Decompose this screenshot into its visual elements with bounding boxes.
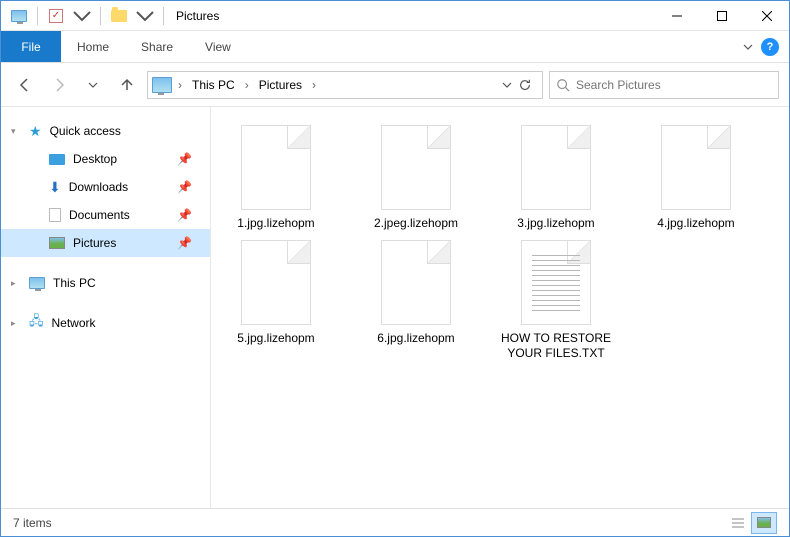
- ribbon: File Home Share View ?: [1, 31, 789, 63]
- separator: [37, 7, 38, 25]
- file-icon: [381, 240, 451, 325]
- tab-share[interactable]: Share: [125, 31, 189, 62]
- chevron-down-icon[interactable]: ▾: [11, 126, 16, 137]
- ribbon-right: ?: [743, 31, 789, 62]
- address-bar-actions: [502, 78, 538, 92]
- refresh-icon[interactable]: [518, 78, 532, 92]
- maximize-button[interactable]: [699, 1, 744, 31]
- sidebar-item-documents[interactable]: Documents 📌: [1, 201, 210, 229]
- file-tile[interactable]: HOW TO RESTORE YOUR FILES.TXT: [501, 240, 611, 362]
- sidebar-item-desktop[interactable]: Desktop 📌: [1, 145, 210, 173]
- file-tile[interactable]: 4.jpg.lizehopm: [641, 125, 751, 232]
- file-icon: [241, 240, 311, 325]
- sidebar-item-label: Quick access: [50, 124, 121, 138]
- back-button[interactable]: [11, 71, 39, 99]
- file-icon: [521, 125, 591, 210]
- search-input[interactable]: [576, 78, 772, 92]
- tab-home[interactable]: Home: [61, 31, 125, 62]
- window-controls: [654, 1, 789, 31]
- separator: [100, 7, 101, 25]
- breadcrumb-pictures[interactable]: Pictures: [255, 78, 306, 92]
- collapse-ribbon-icon[interactable]: [743, 42, 753, 52]
- sidebar-item-pictures[interactable]: Pictures 📌: [1, 229, 210, 257]
- address-bar[interactable]: › This PC › Pictures ›: [147, 71, 543, 99]
- chevron-right-icon[interactable]: ▸: [11, 278, 16, 289]
- help-icon[interactable]: ?: [761, 38, 779, 56]
- view-toggles: [725, 512, 777, 534]
- tab-view[interactable]: View: [189, 31, 247, 62]
- window-title: Pictures: [176, 9, 219, 23]
- thumbnails-icon: [757, 517, 771, 528]
- separator: [163, 7, 164, 25]
- chevron-right-icon[interactable]: ▸: [11, 318, 16, 329]
- sidebar-item-label: Documents: [69, 208, 130, 222]
- search-icon: [556, 78, 570, 92]
- recent-locations-button[interactable]: [79, 71, 107, 99]
- chevron-right-icon[interactable]: ›: [241, 78, 253, 92]
- star-icon: ★: [29, 123, 42, 140]
- file-label: 5.jpg.lizehopm: [237, 331, 314, 347]
- text-file-icon: [521, 240, 591, 325]
- navbar: › This PC › Pictures ›: [1, 63, 789, 107]
- sidebar-item-label: Network: [52, 316, 96, 330]
- pin-icon: 📌: [177, 236, 192, 250]
- sidebar-item-quick-access[interactable]: ▾ ★ Quick access: [1, 117, 210, 145]
- pictures-icon: [49, 237, 65, 249]
- file-label: 3.jpg.lizehopm: [517, 216, 594, 232]
- up-button[interactable]: [113, 71, 141, 99]
- qat-dropdown-icon[interactable]: [72, 6, 92, 26]
- forward-button[interactable]: [45, 71, 73, 99]
- chevron-down-icon[interactable]: [502, 80, 512, 90]
- file-icon: [381, 125, 451, 210]
- network-icon: 🖧: [29, 312, 44, 334]
- folder-dropdown-icon[interactable]: [135, 6, 155, 26]
- app-icon: [9, 6, 29, 26]
- sidebar-item-label: Pictures: [73, 236, 116, 250]
- file-label: 6.jpg.lizehopm: [377, 331, 454, 347]
- folder-icon: [109, 6, 129, 26]
- quick-access-toolbar: ✓ Pictures: [1, 6, 219, 26]
- file-tile[interactable]: 5.jpg.lizehopm: [221, 240, 331, 362]
- breadcrumb-this-pc[interactable]: This PC: [188, 78, 239, 92]
- file-label: 4.jpg.lizehopm: [657, 216, 734, 232]
- file-tile[interactable]: 1.jpg.lizehopm: [221, 125, 331, 232]
- body: ▾ ★ Quick access Desktop 📌 ⬇ Downloads 📌…: [1, 107, 789, 508]
- location-icon: [152, 77, 172, 93]
- titlebar: ✓ Pictures: [1, 1, 789, 31]
- file-label: HOW TO RESTORE YOUR FILES.TXT: [501, 331, 611, 362]
- file-label: 1.jpg.lizehopm: [237, 216, 314, 232]
- sidebar: ▾ ★ Quick access Desktop 📌 ⬇ Downloads 📌…: [1, 107, 211, 508]
- document-icon: [49, 208, 61, 222]
- file-tile[interactable]: 6.jpg.lizehopm: [361, 240, 471, 362]
- sidebar-item-downloads[interactable]: ⬇ Downloads 📌: [1, 173, 210, 201]
- chevron-right-icon[interactable]: ›: [174, 78, 186, 92]
- close-button[interactable]: [744, 1, 789, 31]
- download-icon: ⬇: [49, 179, 61, 196]
- computer-icon: [29, 277, 45, 289]
- sidebar-item-label: This PC: [53, 276, 96, 290]
- pin-icon: 📌: [177, 208, 192, 222]
- file-tab[interactable]: File: [1, 31, 61, 62]
- sidebar-item-label: Downloads: [69, 180, 128, 194]
- sidebar-item-label: Desktop: [73, 152, 117, 166]
- details-view-button[interactable]: [725, 512, 751, 534]
- thumbnails-view-button[interactable]: [751, 512, 777, 534]
- statusbar: 7 items: [1, 508, 789, 536]
- pin-icon: 📌: [177, 180, 192, 194]
- file-label: 2.jpeg.lizehopm: [374, 216, 458, 232]
- sidebar-item-network[interactable]: ▸ 🖧 Network: [1, 309, 210, 337]
- file-list[interactable]: 1.jpg.lizehopm 2.jpeg.lizehopm 3.jpg.lizeh…: [211, 107, 789, 508]
- chevron-right-icon[interactable]: ›: [308, 78, 320, 92]
- file-tile[interactable]: 2.jpeg.lizehopm: [361, 125, 471, 232]
- file-icon: [661, 125, 731, 210]
- file-tile[interactable]: 3.jpg.lizehopm: [501, 125, 611, 232]
- file-icon: [241, 125, 311, 210]
- pin-icon: 📌: [177, 152, 192, 166]
- properties-qat-icon[interactable]: ✓: [46, 6, 66, 26]
- minimize-button[interactable]: [654, 1, 699, 31]
- item-count: 7 items: [13, 516, 52, 530]
- desktop-icon: [49, 154, 65, 165]
- sidebar-item-this-pc[interactable]: ▸ This PC: [1, 269, 210, 297]
- search-box[interactable]: [549, 71, 779, 99]
